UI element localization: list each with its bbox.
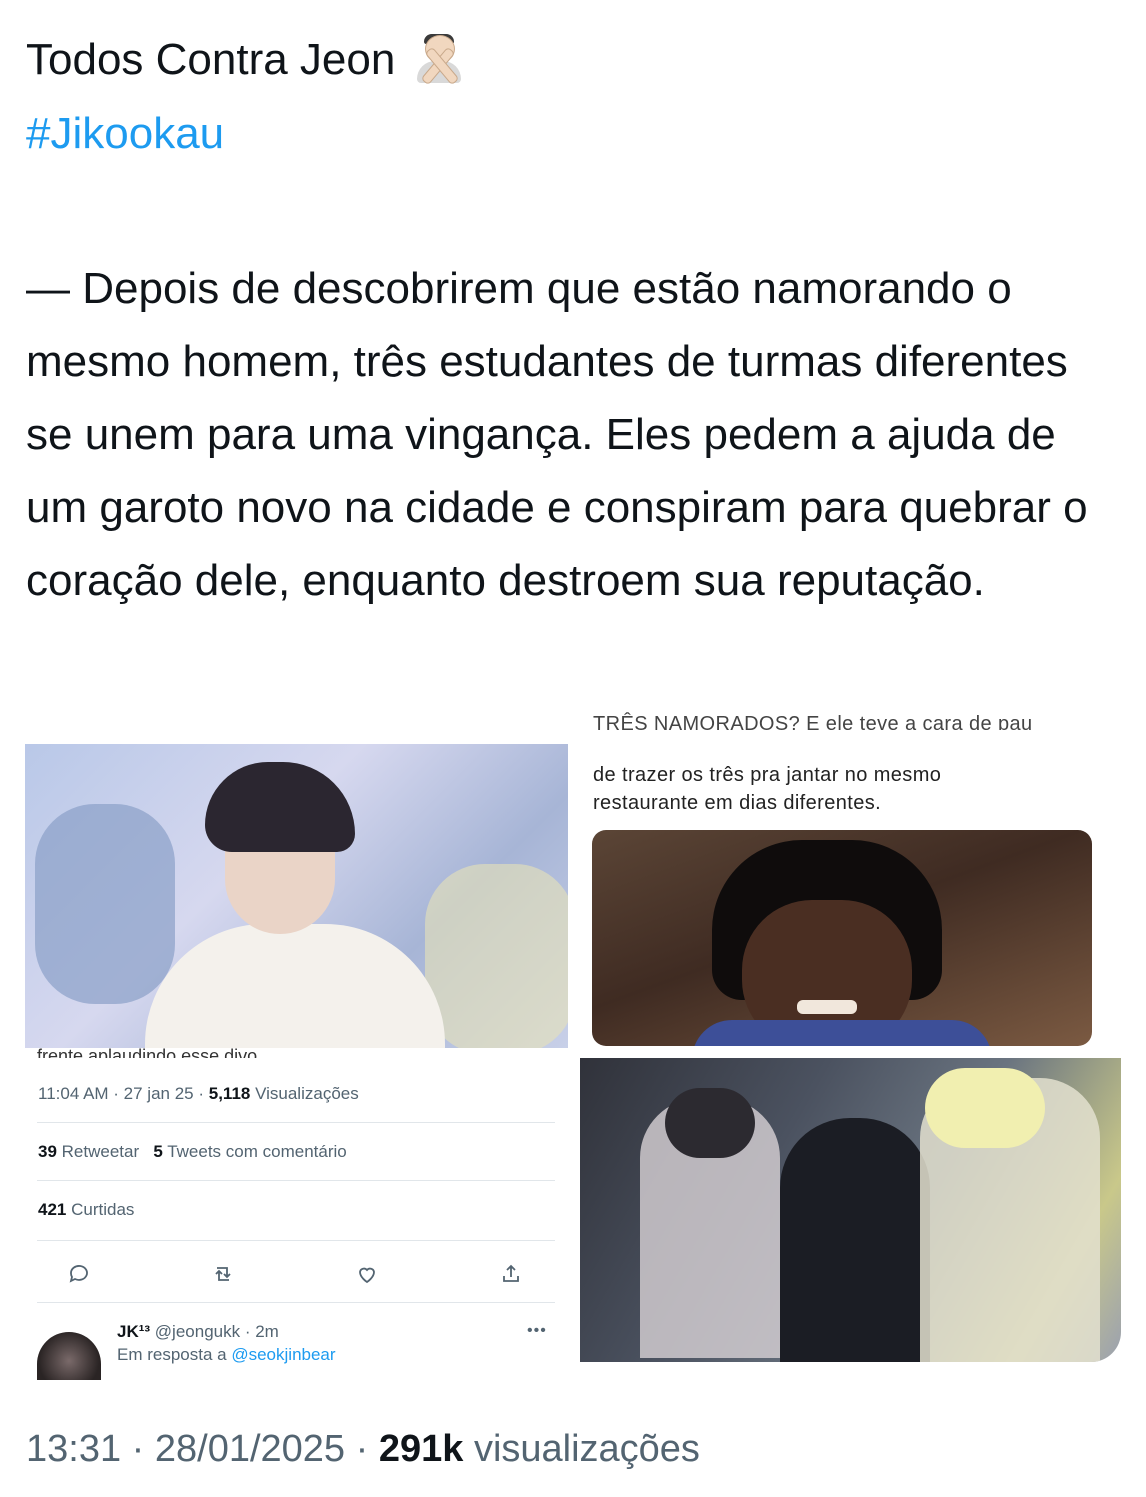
embed-timestamp: 11:04 AM · 27 jan 25 · 5,118 Visualizaçõ… <box>38 1084 359 1103</box>
reply-to-line: Em resposta a @seokjinbear <box>117 1345 336 1364</box>
media-image-3[interactable] <box>580 1058 1121 1362</box>
embed-cutoff-text: frente aplaudindo esse divo. <box>37 1046 263 1058</box>
media-collage[interactable]: TRÊS NAMORADOS? E ele teve a cara de pau… <box>25 713 1121 1380</box>
reply-icon <box>65 1260 93 1288</box>
tweet-timestamp[interactable]: 13:31 · 28/01/2025 · <box>26 1428 368 1470</box>
tweet-text-block: Todos Contra Jeon #Jikookau — Depois de … <box>26 30 1126 617</box>
avatar <box>37 1332 101 1380</box>
person-gesturing-no-icon <box>411 34 467 86</box>
media-caption-screenshot: TRÊS NAMORADOS? E ele teve a cara de pau… <box>591 713 1121 820</box>
divider <box>37 1180 555 1181</box>
reply-author: JK¹³ @jeongukk · 2m <box>117 1322 279 1341</box>
share-icon <box>497 1260 525 1288</box>
tweet-title-line: Todos Contra Jeon <box>26 30 1126 90</box>
media-image-2[interactable] <box>592 830 1092 1046</box>
caption-line-1: de trazer os três pra jantar no mesmo <box>593 764 942 786</box>
tweet-description: — Depois de descobrirem que estão namora… <box>26 264 1088 605</box>
divider <box>37 1122 555 1123</box>
embed-like-stats: 421 Curtidas <box>38 1200 135 1219</box>
retweet-icon <box>209 1260 237 1288</box>
media-image-1[interactable] <box>25 744 568 1048</box>
view-label: visualizações <box>473 1428 700 1470</box>
divider <box>37 1302 555 1303</box>
tweet-title: Todos Contra Jeon <box>26 35 396 84</box>
hashtag-link[interactable]: #Jikookau <box>26 104 1126 164</box>
caption-cutoff-line: TRÊS NAMORADOS? E ele teve a cara de pau <box>593 713 1033 730</box>
embed-action-bar <box>65 1260 525 1288</box>
tweet-footer: 13:31 · 28/01/2025 · 291k visualizações <box>26 1428 700 1471</box>
more-icon: ••• <box>527 1322 547 1339</box>
view-count: 291k <box>378 1428 464 1470</box>
caption-line-2: restaurante em dias diferentes. <box>593 792 882 814</box>
mention-link: @seokjinbear <box>231 1345 336 1364</box>
embedded-tweet-screenshot: frente aplaudindo esse divo. 11:04 AM · … <box>25 1046 565 1380</box>
embed-retweet-stats: 39 Retweetar 5 Tweets com comentário <box>38 1142 347 1161</box>
heart-icon <box>353 1260 381 1288</box>
divider <box>37 1240 555 1241</box>
